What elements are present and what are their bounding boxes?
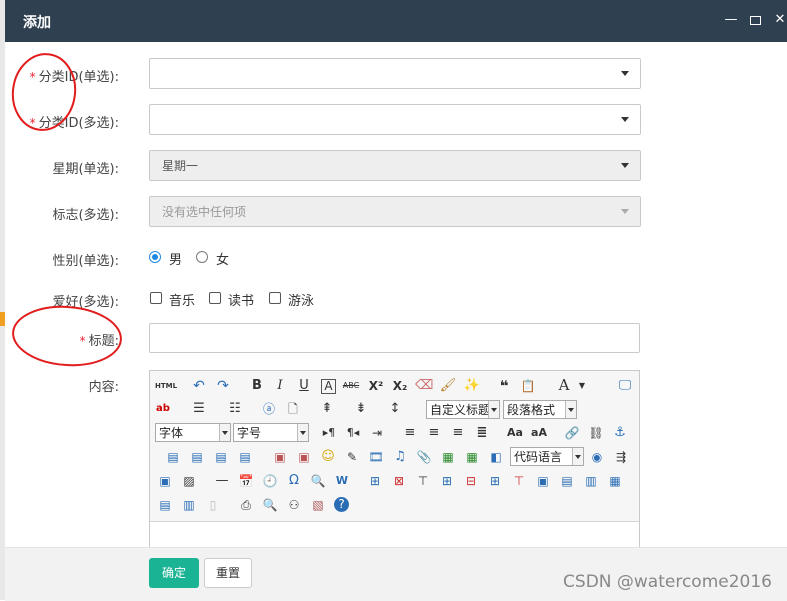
annotation-circle (11, 53, 77, 131)
annotation-overlay (11, 53, 122, 367)
annotation-circle (12, 305, 122, 367)
